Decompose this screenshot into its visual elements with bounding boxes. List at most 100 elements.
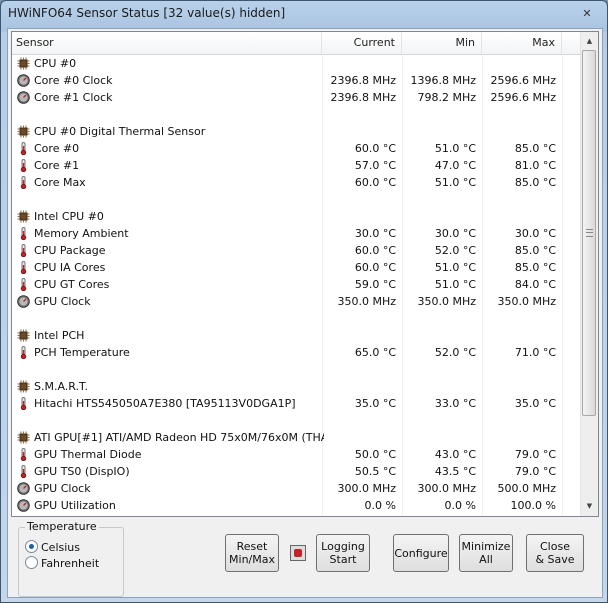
cell-min: 52.0 °C: [434, 346, 476, 359]
cell-name: GPU Clock: [34, 295, 91, 308]
spacer-row: [12, 310, 581, 327]
table-row[interactable]: Core Max 60.0 °C 51.0 °C 85.0 °C: [12, 174, 581, 191]
radio-selected-icon: [25, 540, 38, 553]
cell-name: Core #1: [34, 159, 80, 172]
cell-current: 65.0 °C: [354, 346, 396, 359]
sensor-list[interactable]: Sensor Current Min Max CPU #0 Core #0 Clo…: [11, 31, 599, 517]
cell-min: 1396.8 MHz: [410, 74, 476, 87]
vertical-scrollbar[interactable]: ▲ ▼: [580, 32, 598, 516]
cell-max: 84.0 °C: [514, 278, 556, 291]
scroll-thumb[interactable]: [582, 50, 596, 416]
table-row[interactable]: GPU Clock 300.0 MHz 300.0 MHz 500.0 MHz: [12, 480, 581, 497]
table-row[interactable]: CPU GT Cores 59.0 °C 51.0 °C 84.0 °C: [12, 276, 581, 293]
configure-button[interactable]: Configure: [393, 534, 449, 572]
column-header-max[interactable]: Max: [482, 32, 562, 54]
fahrenheit-radio[interactable]: Fahrenheit: [25, 556, 99, 572]
sensor-group-row[interactable]: ATI GPU[#1] ATI/AMD Radeon HD 75x0M/76x0…: [12, 429, 581, 446]
sensor-group-row[interactable]: CPU #0 Digital Thermal Sensor: [12, 123, 581, 140]
cell-current: 50.0 °C: [354, 448, 396, 461]
cell-max: 85.0 °C: [514, 244, 556, 257]
reset-label-2: Min/Max: [229, 553, 275, 566]
cell-name: ATI GPU[#1] ATI/AMD Radeon HD 75x0M/76x0…: [34, 431, 324, 444]
chip-icon: [17, 329, 30, 342]
cell-current: [322, 327, 396, 344]
cell-name: Core #1 Clock: [34, 91, 113, 104]
cell-current: [322, 378, 396, 395]
chip-icon: [17, 431, 30, 444]
column-header-sensor[interactable]: Sensor: [12, 32, 322, 54]
client-area: Sensor Current Min Max CPU #0 Core #0 Clo…: [7, 28, 603, 598]
sensor-group-row[interactable]: Intel PCH: [12, 327, 581, 344]
list-header: Sensor Current Min Max: [12, 32, 581, 55]
celsius-radio[interactable]: Celsius: [25, 540, 80, 556]
cell-max: [482, 55, 556, 72]
cell-current: 60.0 °C: [354, 176, 396, 189]
table-row[interactable]: GPU Thermal Diode 50.0 °C 43.0 °C 79.0 °C: [12, 446, 581, 463]
chip-icon: [17, 380, 30, 393]
cell-min: 51.0 °C: [434, 176, 476, 189]
cell-current: 60.0 °C: [354, 261, 396, 274]
column-header-min[interactable]: Min: [402, 32, 482, 54]
cell-max: 350.0 MHz: [497, 295, 556, 308]
cell-name: CPU Package: [34, 244, 106, 257]
cell-min: [402, 327, 476, 344]
title-bar[interactable]: HWiNFO64 Sensor Status [32 value(s) hidd…: [1, 1, 607, 28]
cell-name: GPU TS0 (DispIO): [34, 465, 130, 478]
minimize-label-2: All: [479, 553, 493, 566]
logging-start-button[interactable]: Logging Start: [316, 534, 370, 572]
cell-min: 30.0 °C: [434, 227, 476, 240]
cell-max: 85.0 °C: [514, 142, 556, 155]
cell-min: 0.0 %: [444, 499, 476, 512]
cell-max: [482, 123, 556, 140]
clock-icon: [17, 482, 30, 495]
cell-name: Core #0: [34, 142, 80, 155]
scroll-down-icon[interactable]: ▼: [583, 498, 596, 514]
cell-current: 2396.8 MHz: [330, 91, 396, 104]
table-row[interactable]: Memory Ambient 30.0 °C 30.0 °C 30.0 °C: [12, 225, 581, 242]
column-header-current[interactable]: Current: [322, 32, 402, 54]
cell-current: 35.0 °C: [354, 397, 396, 410]
table-row[interactable]: Core #0 Clock 2396.8 MHz 1396.8 MHz 2596.6 …: [12, 72, 581, 89]
cell-current: 57.0 °C: [354, 159, 396, 172]
thermometer-icon: [17, 448, 30, 462]
table-row[interactable]: Hitachi HTS545050A7E380 [TA95113V0DGA1P]…: [12, 395, 581, 412]
cell-min: 52.0 °C: [434, 244, 476, 257]
logging-status-icon[interactable]: [290, 545, 306, 561]
spacer-row: [12, 106, 581, 123]
table-row[interactable]: GPU TS0 (DispIO) 50.5 °C 43.5 °C 79.0 °C: [12, 463, 581, 480]
window-title: HWiNFO64 Sensor Status [32 value(s) hidd…: [8, 6, 286, 20]
cell-name: Hitachi HTS545050A7E380 [TA95113V0DGA1P]: [34, 397, 296, 410]
close-save-button[interactable]: Close & Save: [526, 534, 584, 572]
logging-label-1: Logging: [321, 540, 365, 553]
cell-current: [322, 123, 396, 140]
thermometer-icon: [17, 346, 30, 360]
cell-current: 60.0 °C: [354, 244, 396, 257]
scroll-up-icon[interactable]: ▲: [583, 33, 596, 49]
reset-minmax-button[interactable]: Reset Min/Max: [225, 534, 279, 572]
table-row[interactable]: GPU Clock 350.0 MHz 350.0 MHz 350.0 MHz: [12, 293, 581, 310]
cell-max: [482, 327, 556, 344]
cell-max: 81.0 °C: [514, 159, 556, 172]
cell-name: CPU #0 Digital Thermal Sensor: [34, 125, 206, 138]
close-save-label-2: & Save: [535, 553, 575, 566]
sensor-group-row[interactable]: S.M.A.R.T.: [12, 378, 581, 395]
cell-min: 51.0 °C: [434, 142, 476, 155]
sensor-group-row[interactable]: CPU #0: [12, 55, 581, 72]
close-save-label-1: Close: [540, 540, 570, 553]
fahrenheit-label: Fahrenheit: [41, 557, 100, 570]
sensor-group-row[interactable]: Intel CPU #0: [12, 208, 581, 225]
cell-min: 798.2 MHz: [417, 91, 476, 104]
minimize-all-button[interactable]: Minimize All: [459, 534, 513, 572]
cell-min: [402, 429, 476, 446]
table-row[interactable]: Core #1 Clock 2396.8 MHz 798.2 MHz 2596.6 M…: [12, 89, 581, 106]
cell-current: 0.0 %: [364, 499, 396, 512]
table-row[interactable]: GPU Utilization 0.0 % 0.0 % 100.0 %: [12, 497, 581, 514]
table-row[interactable]: PCH Temperature 65.0 °C 52.0 °C 71.0 °C: [12, 344, 581, 361]
cell-min: [402, 123, 476, 140]
table-row[interactable]: CPU IA Cores 60.0 °C 51.0 °C 85.0 °C: [12, 259, 581, 276]
cell-min: 51.0 °C: [434, 278, 476, 291]
table-row[interactable]: Core #0 60.0 °C 51.0 °C 85.0 °C: [12, 140, 581, 157]
close-window-icon[interactable]: ✕: [575, 5, 599, 23]
table-row[interactable]: CPU Package 60.0 °C 52.0 °C 85.0 °C: [12, 242, 581, 259]
table-row[interactable]: Core #1 57.0 °C 47.0 °C 81.0 °C: [12, 157, 581, 174]
